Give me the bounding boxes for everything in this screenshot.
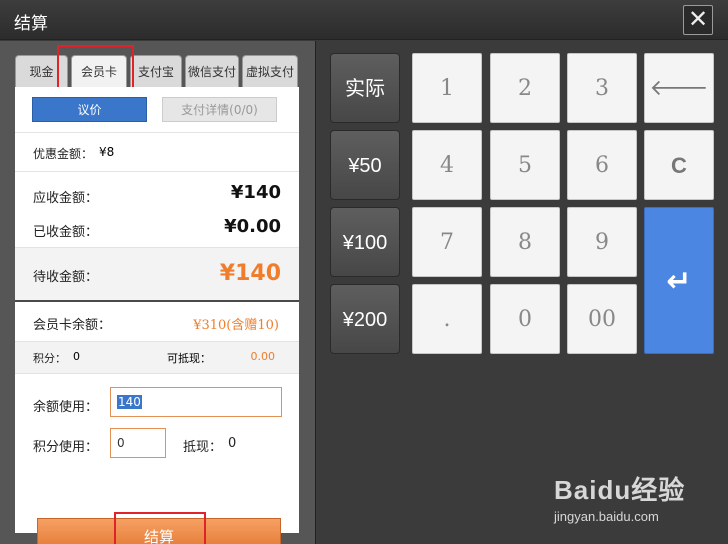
points-label: 积分： bbox=[33, 352, 66, 365]
points-row: 积分： 0 可抵现： 0.00 bbox=[15, 342, 299, 373]
payment-panel: 现金 会员卡 支付宝 微信支付 虚拟支付 议价 支付详情(0/0) 优惠金额： … bbox=[0, 41, 316, 544]
payment-detail-button[interactable]: 支付详情(0/0) bbox=[162, 97, 277, 122]
discount-value: ¥8 bbox=[99, 145, 115, 159]
balance-use-value: 140 bbox=[117, 395, 142, 409]
backspace-button[interactable]: 🡐 bbox=[644, 53, 714, 123]
offset-label: 抵现： bbox=[183, 440, 223, 455]
key-dot[interactable]: . bbox=[412, 284, 482, 354]
key-6[interactable]: 6 bbox=[567, 130, 637, 200]
discount-row: 优惠金额： ¥8 bbox=[15, 133, 299, 170]
keypad-panel: 实际 ¥50 ¥100 ¥200 1 2 3 🡐 4 5 6 C 7 8 9 ↵… bbox=[316, 41, 728, 544]
baidu-watermark: Baidu经验 jingyan.baidu.com bbox=[554, 470, 685, 524]
backspace-icon: 🡐 bbox=[649, 76, 709, 101]
tab-virtual-pay[interactable]: 虚拟支付 bbox=[242, 55, 298, 87]
title-bar: 结算 ✕ bbox=[0, 0, 728, 40]
key-3[interactable]: 3 bbox=[567, 53, 637, 123]
receivable-label: 应收金额： bbox=[33, 191, 99, 206]
tab-alipay[interactable]: 支付宝 bbox=[130, 55, 182, 87]
points-value: 0 bbox=[73, 350, 80, 363]
key-7[interactable]: 7 bbox=[412, 207, 482, 277]
member-balance-row: 会员卡余额： ¥310(含赠10) bbox=[15, 302, 299, 341]
offset-value: 0 bbox=[228, 436, 237, 451]
balance-use-label: 余额使用： bbox=[33, 400, 99, 415]
window-title: 结算 bbox=[14, 14, 48, 34]
received-label: 已收金额： bbox=[33, 225, 99, 240]
quick-100-button[interactable]: ¥100 bbox=[330, 207, 400, 277]
pending-label: 待收金额： bbox=[33, 270, 99, 285]
actual-amount-button[interactable]: 实际 bbox=[330, 53, 400, 123]
divider bbox=[15, 373, 299, 374]
key-1[interactable]: 1 bbox=[412, 53, 482, 123]
deductible-value: 0.00 bbox=[250, 350, 276, 363]
received-value: ¥0.00 bbox=[224, 216, 281, 237]
key-0[interactable]: 0 bbox=[490, 284, 560, 354]
close-button[interactable]: ✕ bbox=[683, 5, 713, 35]
key-4[interactable]: 4 bbox=[412, 130, 482, 200]
pending-value: ¥140 bbox=[219, 261, 281, 286]
discount-label: 优惠金额： bbox=[33, 147, 94, 161]
receivable-row: 应收金额： ¥140 bbox=[15, 172, 299, 206]
received-row: 已收金额： ¥0.00 bbox=[15, 207, 299, 247]
close-icon: ✕ bbox=[687, 5, 709, 33]
payment-card: 议价 支付详情(0/0) 优惠金额： ¥8 应收金额： ¥140 已收金额： ¥… bbox=[15, 87, 299, 544]
key-9[interactable]: 9 bbox=[567, 207, 637, 277]
key-00[interactable]: 00 bbox=[567, 284, 637, 354]
key-8[interactable]: 8 bbox=[490, 207, 560, 277]
member-balance-label: 会员卡余额： bbox=[33, 318, 112, 333]
watermark-url: jingyan.baidu.com bbox=[554, 509, 659, 524]
quick-50-button[interactable]: ¥50 bbox=[330, 130, 400, 200]
receivable-value: ¥140 bbox=[230, 182, 281, 203]
tab-wechat-pay[interactable]: 微信支付 bbox=[185, 55, 239, 87]
enter-button[interactable]: ↵ bbox=[644, 207, 714, 354]
watermark-logo-text: Baidu经验 bbox=[554, 475, 686, 505]
pending-row: 待收金额： ¥140 bbox=[15, 248, 299, 300]
quick-200-button[interactable]: ¥200 bbox=[330, 284, 400, 354]
clear-button[interactable]: C bbox=[644, 130, 714, 200]
balance-use-input[interactable]: 140 bbox=[110, 387, 282, 417]
bargain-button[interactable]: 议价 bbox=[32, 97, 147, 122]
tab-cash[interactable]: 现金 bbox=[15, 55, 68, 87]
tab-member-card[interactable]: 会员卡 bbox=[71, 55, 127, 87]
key-2[interactable]: 2 bbox=[490, 53, 560, 123]
enter-icon: ↵ bbox=[666, 264, 692, 299]
points-use-input[interactable]: 0 bbox=[110, 428, 166, 458]
deductible-label: 可抵现： bbox=[167, 352, 211, 365]
member-balance-value: ¥310(含赠10) bbox=[193, 318, 279, 333]
key-5[interactable]: 5 bbox=[490, 130, 560, 200]
checkout-button[interactable]: 结算 bbox=[37, 518, 281, 544]
points-use-label: 积分使用： bbox=[33, 440, 99, 455]
